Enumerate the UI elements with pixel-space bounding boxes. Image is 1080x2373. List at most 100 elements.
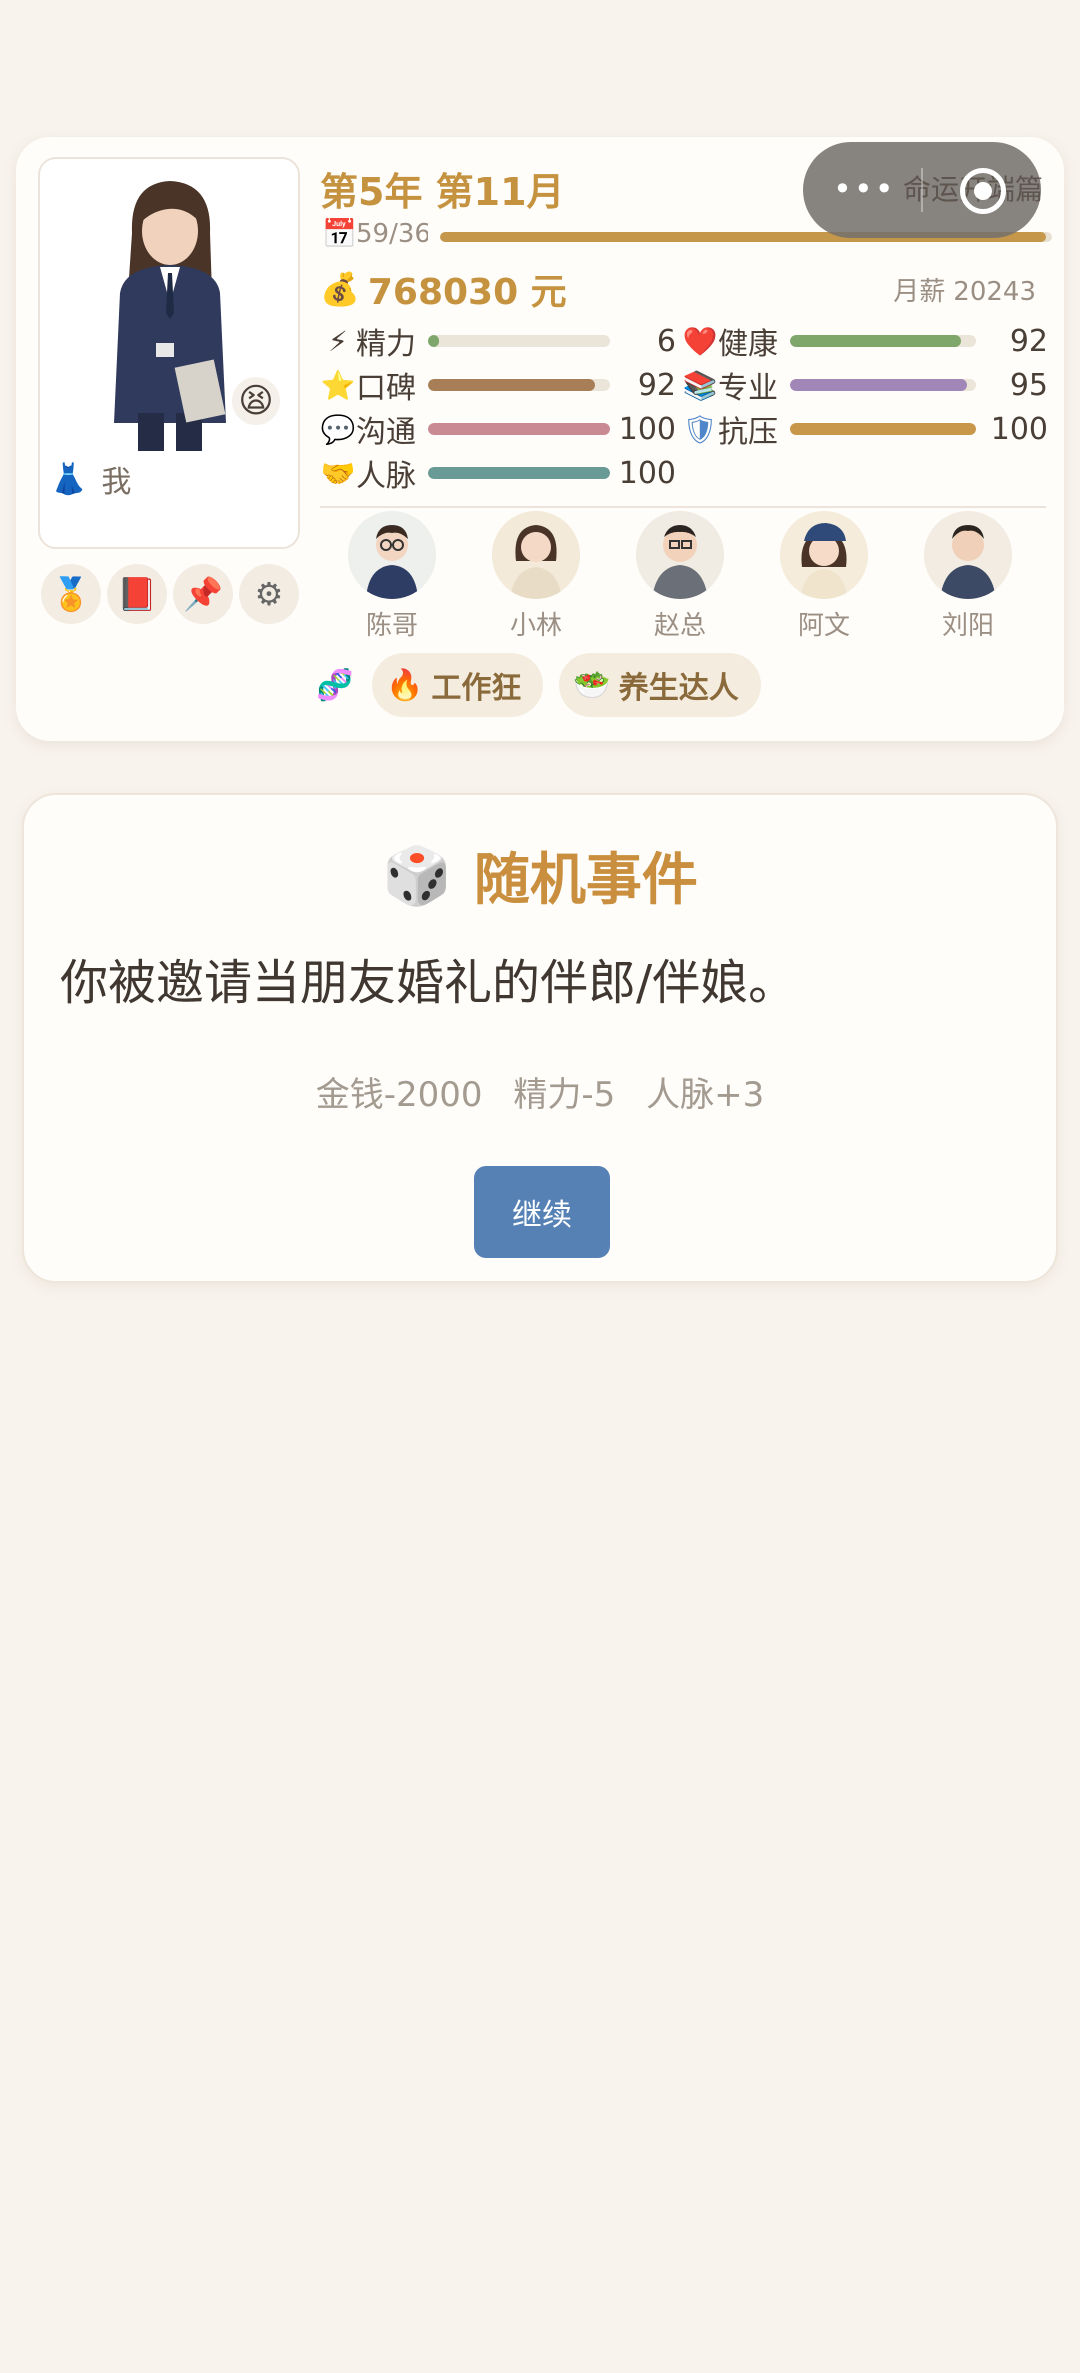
stat-stress-resistance: 🛡 抗压 100 (682, 409, 1048, 451)
stat-value: 92 (1009, 323, 1048, 359)
stat-bar-fill (790, 423, 976, 435)
book-icon[interactable]: 📕 (107, 564, 167, 624)
stat-bar (428, 379, 610, 391)
stat-reputation: ⭐ 口碑 92 (320, 365, 676, 407)
stat-bar-fill (428, 467, 610, 479)
random-event-card: 🎲 随机事件 你被邀请当朋友婚礼的伴郎/伴娘。 金钱-2000 精力-5 人脉+… (22, 793, 1058, 1283)
stat-label: 专业 (718, 371, 778, 406)
stat-expertise: 📚 专业 95 (682, 365, 1048, 407)
fire-icon: 🔥 (386, 667, 424, 703)
trait-health-expert[interactable]: 🥗 养生达人 (559, 653, 761, 717)
stat-value: 95 (1009, 367, 1048, 403)
contact-avatar (348, 511, 436, 599)
capsule-divider (921, 168, 923, 212)
contact-avatar (780, 511, 868, 599)
stat-network: 🤝 人脉 100 (320, 453, 676, 495)
stat-bar (428, 423, 610, 435)
money-bag-icon: 💰 (320, 270, 360, 308)
monthly-salary: 月薪 20243 (893, 271, 1036, 308)
close-miniapp-icon[interactable] (960, 168, 1006, 214)
miniapp-capsule: 命运开端篇 ••• (803, 142, 1043, 238)
medal-icon[interactable]: 🏅 (41, 564, 101, 624)
stat-value: 100 (990, 411, 1048, 447)
dice-icon: 🎲 (382, 843, 452, 909)
money-row: 💰 768030 元 (320, 263, 567, 315)
stat-bar-fill (428, 379, 596, 391)
trait-label: 工作狂 (431, 671, 522, 706)
stat-communication: 💬 沟通 100 (320, 409, 676, 451)
turn-title: 第5年 第11月 (320, 170, 565, 214)
dna-icon: 🧬 (316, 667, 354, 703)
contact-xiaolin[interactable]: 小林 (486, 511, 586, 642)
stat-bar (790, 379, 976, 391)
stat-bar-fill (790, 379, 967, 391)
gear-icon[interactable]: ⚙ (239, 564, 299, 624)
stat-energy: ⚡ 精力 6 (320, 321, 676, 363)
salary-label: 月薪 (893, 277, 946, 307)
speech-bubble-icon: 💬 (320, 412, 356, 446)
tool-bar: 🏅 📕 📌 ⚙ (41, 564, 299, 624)
stat-label: 人脉 (356, 459, 416, 494)
stat-bar (428, 335, 610, 347)
contact-awen[interactable]: 阿文 (774, 511, 874, 642)
handshake-icon: 🤝 (320, 456, 356, 490)
stat-bar (790, 423, 976, 435)
stat-label: 抗压 (718, 415, 778, 450)
effect-money: 金钱-2000 (315, 1075, 483, 1115)
divider (320, 506, 1046, 508)
salad-icon: 🥗 (573, 667, 611, 703)
lightning-icon: ⚡ (328, 324, 348, 358)
calendar-progress-text: 59/36 (356, 218, 428, 249)
salary-value: 20243 (953, 277, 1036, 307)
contact-name: 赵总 (653, 611, 706, 641)
stat-label: 沟通 (356, 415, 416, 450)
trait-row: 🧬 🔥 工作狂 🥗 养生达人 (316, 653, 761, 717)
stat-bar-fill (428, 335, 439, 347)
trait-workaholic[interactable]: 🔥 工作狂 (372, 653, 544, 717)
mood-icon: 😫 (230, 375, 282, 427)
character-portrait[interactable]: 😫 👗 我 (38, 157, 300, 549)
contact-liuyang[interactable]: 刘阳 (918, 511, 1018, 642)
dress-icon: 👗 (50, 461, 88, 497)
contact-name: 陈哥 (365, 611, 418, 641)
shield-icon: 🛡 (682, 412, 718, 446)
stat-value: 92 (637, 367, 676, 403)
event-title-row: 🎲 随机事件 (24, 835, 1056, 916)
stat-value: 100 (618, 455, 676, 491)
contact-name: 阿文 (797, 611, 850, 641)
event-effects: 金钱-2000 精力-5 人脉+3 (24, 1067, 1056, 1116)
event-title: 随机事件 (473, 848, 698, 913)
contact-avatar (924, 511, 1012, 599)
event-description: 你被邀请当朋友婚礼的伴郎/伴娘。 (60, 955, 797, 1011)
calendar-row: 📅 59/36 (322, 217, 428, 250)
money-amount: 768030 元 (367, 272, 567, 313)
star-icon: ⭐ (320, 368, 356, 402)
stat-bar-fill (790, 335, 962, 347)
contact-name: 小林 (509, 611, 562, 641)
stat-label: 健康 (718, 327, 778, 362)
stat-label: 口碑 (356, 371, 416, 406)
stat-label: 精力 (356, 327, 416, 362)
player-name: 我 (101, 465, 132, 500)
contact-name: 刘阳 (941, 611, 994, 641)
effect-network: 人脉+3 (646, 1075, 765, 1115)
stat-value: 6 (656, 323, 676, 359)
contact-zhao[interactable]: 赵总 (630, 511, 730, 642)
stat-value: 100 (618, 411, 676, 447)
books-icon: 📚 (682, 368, 718, 402)
stat-health: ❤️ 健康 92 (682, 321, 1048, 363)
continue-button[interactable]: 继续 (474, 1166, 610, 1258)
stat-bar (428, 467, 610, 479)
more-menu-icon[interactable]: ••• (833, 170, 896, 208)
calendar-icon: 📅 (322, 217, 357, 250)
contact-avatar (492, 511, 580, 599)
pushpin-icon[interactable]: 📌 (173, 564, 233, 624)
stat-bar (790, 335, 976, 347)
contact-avatar (636, 511, 724, 599)
player-name-row: 👗 我 (50, 459, 132, 501)
trait-label: 养生达人 (618, 671, 739, 706)
heart-icon: ❤️ (682, 324, 718, 358)
stat-bar-fill (428, 423, 610, 435)
effect-energy: 精力-5 (513, 1075, 616, 1115)
contact-chen[interactable]: 陈哥 (342, 511, 442, 642)
